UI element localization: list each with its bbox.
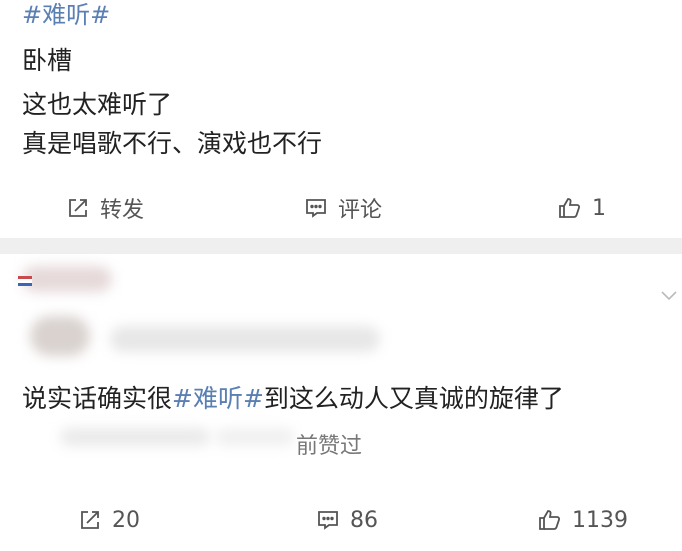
section-divider	[0, 238, 682, 254]
liked-by-text: 前赞过	[296, 434, 363, 459]
comment-button[interactable]: 86	[316, 500, 378, 540]
blurred-meta	[60, 428, 210, 446]
hashtag-link[interactable]: #难听#	[22, 0, 110, 30]
blurred-username	[22, 266, 112, 292]
comment-action-bar: 20 86 1139	[0, 500, 682, 540]
repost-count: 20	[112, 507, 140, 533]
repost-button[interactable]: 转发	[66, 188, 144, 228]
comment-text: 说实话确实很#难听#到这么动人又真诚的旋律了	[22, 382, 564, 416]
comment-icon	[306, 199, 326, 218]
post-text-line: 这也太难听了	[22, 90, 173, 119]
blurred-avatar	[30, 316, 90, 356]
hashtag-link[interactable]: #难听#	[172, 384, 264, 413]
repost-icon	[81, 511, 99, 529]
comment-label: 评论	[338, 198, 383, 223]
comment-count: 86	[350, 507, 378, 533]
thumbs-up-icon	[559, 198, 581, 218]
repost-button[interactable]: 20	[78, 500, 140, 540]
chevron-down-icon[interactable]	[660, 290, 678, 302]
repost-label: 转发	[100, 198, 145, 223]
repost-icon	[69, 199, 87, 217]
post-text-line: 真是唱歌不行、演戏也不行	[22, 129, 323, 158]
comment-button[interactable]: 评论	[304, 188, 382, 228]
post-card: #难听# 卧槽 这也太难听了 真是唱歌不行、演戏也不行 转发 评论 1	[0, 0, 682, 238]
like-button[interactable]: 1	[558, 188, 606, 228]
like-count: 1139	[572, 507, 628, 533]
post-action-bar: 转发 评论 1	[0, 188, 682, 228]
badge-icon	[18, 276, 32, 286]
blurred-user-info	[110, 326, 380, 352]
comment-text-before: 说实话确实很	[22, 384, 173, 413]
like-count: 1	[592, 195, 606, 221]
like-button[interactable]: 1139	[538, 500, 628, 540]
blurred-meta	[215, 428, 295, 446]
thumbs-up-icon	[539, 510, 561, 530]
comment-text-after: 到这么动人又真诚的旋律了	[263, 384, 564, 413]
post-text-line: 卧槽	[22, 46, 73, 75]
comment-icon	[318, 511, 338, 530]
